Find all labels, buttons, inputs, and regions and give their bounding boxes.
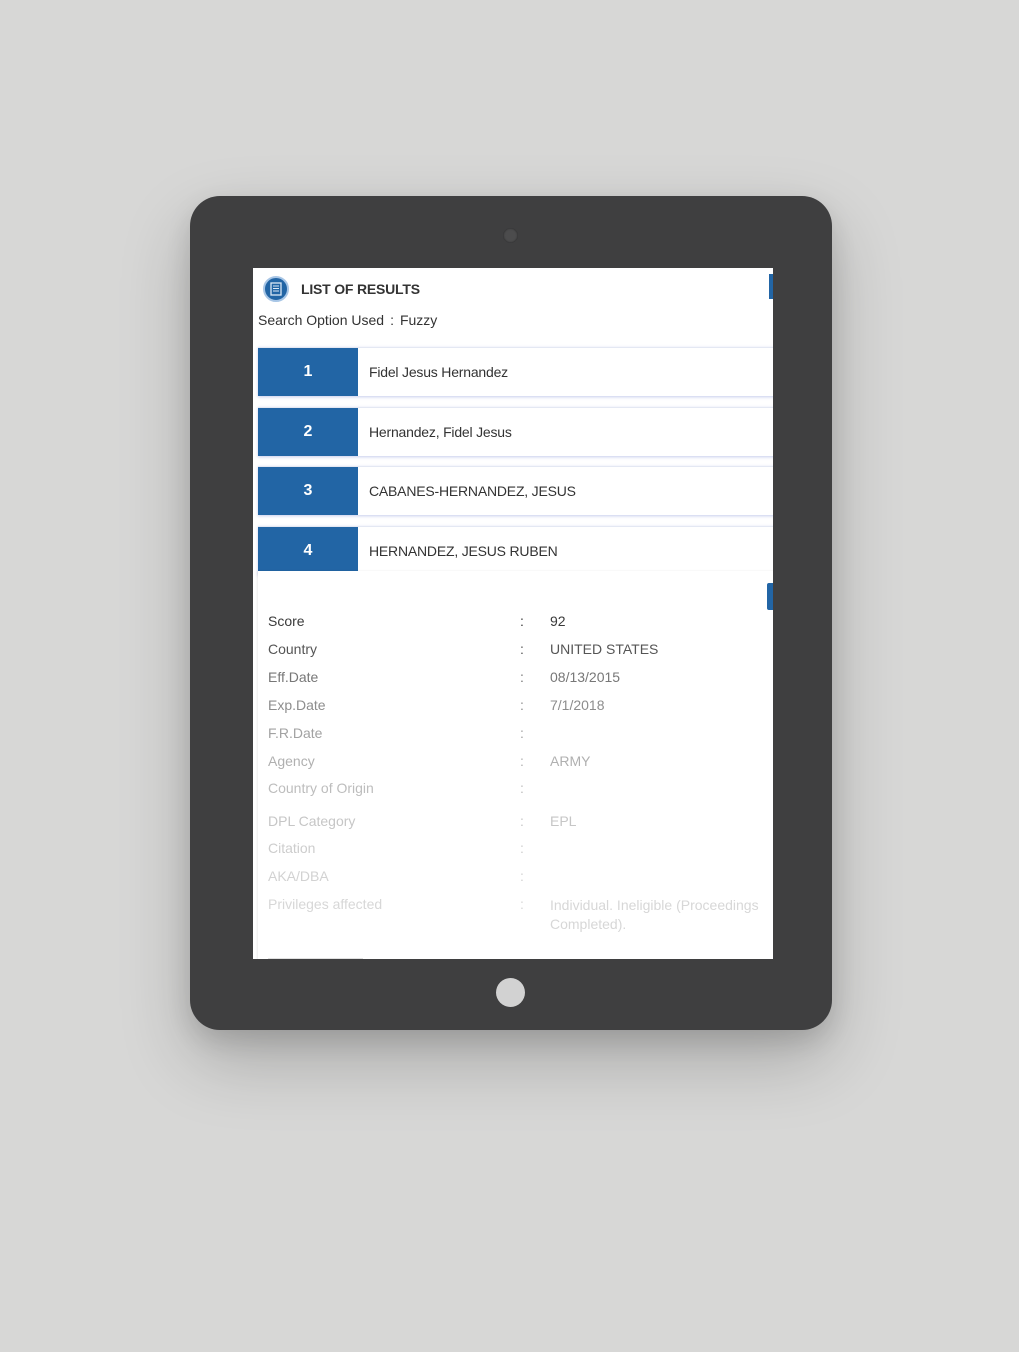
detail-value bbox=[550, 780, 773, 796]
detail-row-fr-date: F.R.Date : bbox=[268, 725, 773, 741]
detail-row-country: Country : UNITED STATES bbox=[268, 641, 773, 657]
result-name: CABANES-HERNANDEZ, JESUS bbox=[369, 483, 576, 499]
detail-colon: : bbox=[520, 669, 524, 685]
tablet-frame: LIST OF RESULTS Search Option Used: Fuzzy… bbox=[190, 196, 832, 1030]
detail-label: Privileges affected bbox=[268, 896, 383, 912]
camera-icon bbox=[503, 228, 518, 243]
detail-value: Individual. Ineligible (Proceedings Comp… bbox=[550, 897, 759, 932]
detail-label: Eff.Date bbox=[268, 669, 319, 685]
detail-label: Score bbox=[268, 613, 305, 629]
result-name: Fidel Jesus Hernandez bbox=[369, 364, 508, 380]
detail-value: ARMY bbox=[550, 753, 591, 769]
detail-row-aka-dba: AKA/DBA : bbox=[268, 868, 773, 884]
detail-row-eff-date: Eff.Date : 08/13/2015 bbox=[268, 669, 773, 685]
detail-colon: : bbox=[520, 868, 524, 884]
detail-value bbox=[550, 868, 773, 884]
detail-label: Country of Origin bbox=[268, 780, 374, 796]
detail-value: EPL bbox=[550, 813, 577, 829]
home-button[interactable] bbox=[496, 978, 525, 1007]
detail-row-country-of-origin: Country of Origin : bbox=[268, 780, 773, 796]
result-row[interactable]: 2 Hernandez, Fidel Jesus bbox=[258, 406, 773, 456]
search-option: Search Option Used: Fuzzy bbox=[258, 312, 437, 328]
bottom-tab[interactable] bbox=[268, 958, 363, 959]
detail-row-agency: Agency : ARMY bbox=[268, 753, 773, 769]
detail-colon: : bbox=[520, 753, 524, 769]
detail-value: 7/1/2018 bbox=[550, 697, 605, 713]
result-details-panel: Score : 92 Country : UNITED STATES Eff.D… bbox=[258, 571, 773, 959]
details-action-button[interactable] bbox=[767, 583, 773, 610]
search-option-label: Search Option Used bbox=[258, 312, 385, 328]
result-number: 3 bbox=[258, 467, 358, 515]
detail-value bbox=[550, 725, 773, 741]
detail-row-citation: Citation : bbox=[268, 840, 773, 856]
detail-row-exp-date: Exp.Date : 7/1/2018 bbox=[268, 697, 773, 713]
detail-label: Country bbox=[268, 641, 318, 657]
detail-value: 08/13/2015 bbox=[550, 669, 621, 685]
detail-colon: : bbox=[520, 613, 524, 629]
result-row[interactable]: 3 CABANES-HERNANDEZ, JESUS bbox=[258, 466, 773, 515]
detail-label: Exp.Date bbox=[268, 697, 326, 713]
detail-colon: : bbox=[520, 780, 524, 796]
search-option-separator: : bbox=[390, 312, 394, 328]
detail-colon: : bbox=[520, 697, 524, 713]
result-row[interactable]: 1 Fidel Jesus Hernandez bbox=[258, 347, 773, 396]
detail-value bbox=[550, 840, 773, 856]
result-name: Hernandez, Fidel Jesus bbox=[369, 423, 512, 440]
results-list: 1 Fidel Jesus Hernandez 2 Hernandez, Fid… bbox=[258, 347, 773, 585]
result-row[interactable]: 4 HERNANDEZ, JESUS RUBEN bbox=[258, 525, 773, 575]
detail-colon: : bbox=[520, 641, 524, 657]
detail-colon: : bbox=[520, 813, 524, 829]
result-name: HERNANDEZ, JESUS RUBEN bbox=[369, 542, 558, 559]
document-list-icon bbox=[263, 276, 289, 302]
menu-button[interactable] bbox=[769, 274, 773, 299]
result-number: 2 bbox=[258, 407, 358, 456]
header: LIST OF RESULTS bbox=[263, 274, 420, 304]
screen: LIST OF RESULTS Search Option Used: Fuzzy… bbox=[253, 268, 773, 959]
detail-row-score: Score : 92 bbox=[268, 613, 773, 629]
page-title: LIST OF RESULTS bbox=[301, 281, 420, 297]
detail-colon: : bbox=[520, 896, 524, 912]
detail-value: UNITED STATES bbox=[550, 641, 659, 657]
result-number: 4 bbox=[258, 526, 358, 575]
detail-row-dpl-category: DPL Category : EPL bbox=[268, 813, 773, 829]
detail-label: Citation bbox=[268, 840, 316, 856]
result-number: 1 bbox=[258, 348, 358, 396]
detail-label: AKA/DBA bbox=[268, 868, 329, 884]
detail-row-privileges-affected: Privileges affected : Individual. Inelig… bbox=[268, 896, 773, 934]
detail-label: Agency bbox=[268, 753, 315, 769]
detail-colon: : bbox=[520, 840, 524, 856]
search-option-value: Fuzzy bbox=[399, 312, 438, 328]
detail-colon: : bbox=[520, 725, 524, 741]
detail-label: F.R.Date bbox=[268, 725, 323, 741]
detail-label: DPL Category bbox=[268, 813, 356, 829]
detail-value: 92 bbox=[550, 613, 566, 629]
